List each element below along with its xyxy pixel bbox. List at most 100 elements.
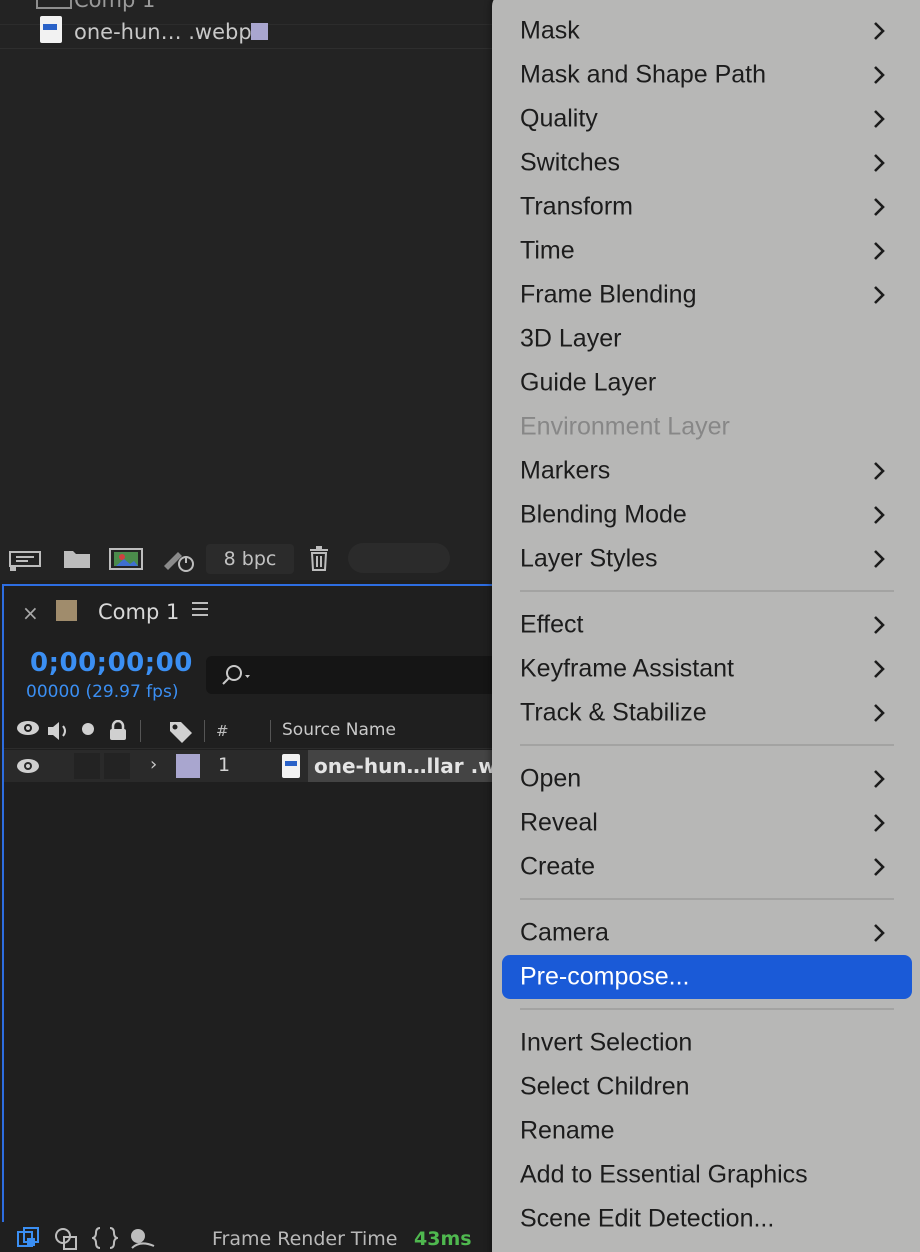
menu-item-label: Mask [520,16,580,45]
layer-number: 1 [218,754,231,776]
trash-icon[interactable] [302,544,336,574]
menu-item-label: Create [520,852,596,881]
current-time-display[interactable]: 0;00;00;00 [30,648,193,678]
expand-chevron-icon[interactable]: › [150,754,157,775]
close-tab-icon[interactable]: × [22,601,39,625]
menu-item-environment-layer: Environment Layer [502,405,912,449]
submenu-arrow-icon [874,814,885,832]
menu-item-scene-edit-detection[interactable]: Scene Edit Detection... [502,1197,912,1241]
menu-item-keyframe-assistant[interactable]: Keyframe Assistant [502,647,912,691]
transfer-controls-icon[interactable] [54,1226,80,1250]
menu-item-mask[interactable]: Mask [502,9,912,53]
menu-item-label: Layer Styles [520,544,658,573]
menu-item-quality[interactable]: Quality [502,97,912,141]
menu-item-pre-compose[interactable]: Pre-compose... [502,955,912,999]
menu-item-camera[interactable]: Camera [502,911,912,955]
menu-item-mask-and-shape-path[interactable]: Mask and Shape Path [502,53,912,97]
layer-number-column[interactable]: # [216,722,229,740]
render-queue-icon[interactable] [160,544,194,574]
menu-item-markers[interactable]: Markers [502,449,912,493]
column-divider[interactable] [204,720,205,742]
menu-item-label: Invert Selection [520,1028,693,1057]
frame-render-time-label: Frame Render Time [212,1228,398,1250]
menu-item-frame-blending[interactable]: Frame Blending [502,273,912,317]
submenu-arrow-icon [874,924,885,942]
menu-item-transform[interactable]: Transform [502,185,912,229]
timeline-search-input[interactable] [206,656,506,694]
submenu-arrow-icon [874,704,885,722]
layer-column-header: # Source Name [4,712,524,749]
submenu-arrow-icon [874,66,885,84]
submenu-arrow-icon [874,550,885,568]
menu-item-blending-mode[interactable]: Blending Mode [502,493,912,537]
menu-item-label: Select Children [520,1072,690,1101]
in-out-duration-icon[interactable] [92,1226,118,1250]
menu-item-layer-styles[interactable]: Layer Styles [502,537,912,581]
solo-dot-icon[interactable] [80,720,96,736]
menu-item-label: Time [520,236,575,265]
source-name-column[interactable]: Source Name [282,720,396,740]
frame-render-time-value: 43ms [414,1228,472,1250]
menu-item-3d-layer[interactable]: 3D Layer [502,317,912,361]
layer-visibility-eye-icon[interactable] [16,758,40,774]
menu-item-reveal[interactable]: Reveal [502,801,912,845]
project-panel: Comp 1 one-hun… .webp 8 bpc [0,0,492,580]
menu-item-switches[interactable]: Switches [502,141,912,185]
layer-label-color[interactable] [176,754,200,778]
menu-item-label: Blending Mode [520,500,687,529]
submenu-arrow-icon [874,198,885,216]
menu-item-label: Markers [520,456,611,485]
new-folder-icon[interactable] [60,544,94,574]
column-divider[interactable] [270,720,271,742]
menu-item-label: 3D Layer [520,324,622,353]
project-toolbar: 8 bpc [0,538,492,580]
submenu-arrow-icon [874,462,885,480]
layer-lock-toggle[interactable] [104,753,130,779]
project-item-webp[interactable]: one-hun… .webp [0,14,492,49]
column-divider[interactable] [140,720,141,742]
menu-item-label: Scene Edit Detection... [520,1204,775,1233]
video-eye-icon[interactable] [16,720,40,736]
project-search-pill[interactable] [348,543,450,573]
label-tag-icon[interactable] [168,720,194,744]
new-composition-icon[interactable] [108,544,143,574]
menu-item-time[interactable]: Time [502,229,912,273]
timeline-tab-title[interactable]: Comp 1 [98,600,179,624]
menu-separator [520,898,894,900]
menu-item-label: Reveal [520,808,598,837]
menu-item-select-children[interactable]: Select Children [502,1065,912,1109]
submenu-arrow-icon [874,242,885,260]
menu-item-rename[interactable]: Rename [502,1109,912,1153]
menu-item-guide-layer[interactable]: Guide Layer [502,361,912,405]
submenu-arrow-icon [874,22,885,40]
menu-item-effect[interactable]: Effect [502,603,912,647]
label-color-swatch[interactable] [251,23,268,40]
audio-speaker-icon[interactable] [46,720,72,742]
menu-item-label: Camera [520,918,609,947]
menu-separator [520,1008,894,1010]
interpret-footage-icon[interactable] [8,544,42,574]
menu-item-label: Keyframe Assistant [520,654,734,683]
menu-item-add-to-essential-graphics[interactable]: Add to Essential Graphics [502,1153,912,1197]
menu-item-label: Add to Essential Graphics [520,1160,808,1189]
menu-item-invert-selection[interactable]: Invert Selection [502,1021,912,1065]
menu-separator [520,744,894,746]
after-effects-window: Comp 1 one-hun… .webp 8 bpc × Comp 1 0;0… [0,0,920,1252]
menu-item-track-and-stabilize[interactable]: Track & Stabilize [502,691,912,735]
menu-item-create[interactable]: Create [502,845,912,889]
menu-item-label: Quality [520,104,598,133]
submenu-arrow-icon [874,858,885,876]
bit-depth-button[interactable]: 8 bpc [206,544,294,574]
layer-solo-toggle[interactable] [74,753,100,779]
menu-item-label: Rename [520,1116,615,1145]
layer-source-name[interactable]: one-hun…llar .we [308,750,517,782]
frame-count: 00000 (29.97 fps) [26,682,179,702]
panel-menu-icon[interactable] [192,602,208,616]
layer-switches-icon[interactable] [16,1226,42,1250]
render-time-icon[interactable] [128,1226,158,1250]
submenu-arrow-icon [874,616,885,634]
menu-item-label: Transform [520,192,633,221]
menu-item-open[interactable]: Open [502,757,912,801]
layer-row[interactable]: › 1 one-hun…llar .we [4,750,524,782]
lock-icon[interactable] [108,720,128,742]
